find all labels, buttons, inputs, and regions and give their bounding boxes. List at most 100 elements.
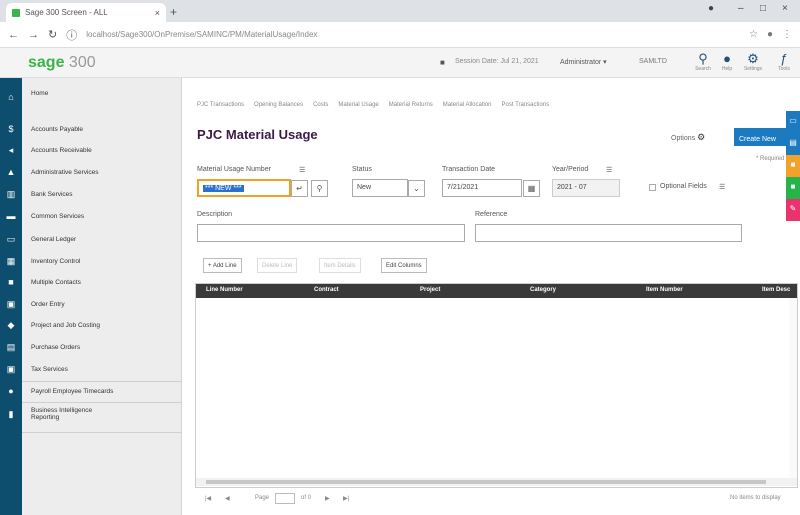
tax-services-icon[interactable]: ▣ xyxy=(0,364,22,375)
tools-button[interactable]: ƒ Tools xyxy=(773,52,795,73)
calendar-icon[interactable]: ▦ xyxy=(523,180,540,197)
vertical-scrollbar[interactable] xyxy=(789,298,797,478)
accounts-payable-icon[interactable]: $ xyxy=(0,124,22,134)
column-project[interactable]: Project xyxy=(420,287,440,293)
order-entry-icon[interactable]: ▣ xyxy=(0,299,22,310)
search-button[interactable]: ⚲ Search xyxy=(692,51,714,73)
payroll-timecards-icon[interactable]: ● xyxy=(0,386,22,396)
crumb-material-returns[interactable]: Material Returns xyxy=(389,102,433,108)
sidebar-item-multiple-contacts[interactable]: Multiple Contacts xyxy=(22,279,182,286)
browser-tab-bar: Sage 300 Screen - ALL × + ● – □ × xyxy=(0,0,800,22)
project-job-costing-icon[interactable]: ◆ xyxy=(0,320,22,331)
column-category[interactable]: Category xyxy=(530,287,556,293)
rail-tab-1-icon[interactable]: ▭ xyxy=(786,111,800,133)
finder-search-icon[interactable]: ⚲ xyxy=(311,180,328,197)
sidebar-item-business-intelligence[interactable]: Business Intelligence Reporting xyxy=(22,407,122,421)
sidebar-item-general-ledger[interactable]: General Ledger xyxy=(22,236,182,243)
horizontal-scrollbar[interactable] xyxy=(196,478,797,486)
browser-menu-icon[interactable]: ⋮ xyxy=(782,29,792,40)
purchase-orders-icon[interactable]: ▤ xyxy=(0,342,22,353)
crumb-post-transactions[interactable]: Post Transactions xyxy=(502,102,550,108)
rail-tab-2-icon[interactable]: ▤ xyxy=(786,133,800,155)
sidebar-item-home[interactable]: Home xyxy=(22,90,182,97)
back-icon[interactable]: ← xyxy=(8,29,19,41)
optional-fields-list-icon[interactable]: ☰ xyxy=(719,183,725,191)
column-item-number[interactable]: Item Number xyxy=(646,287,683,293)
sidebar-item-accounts-receivable[interactable]: Accounts Receivable xyxy=(22,147,182,154)
sidebar-item-inventory-control[interactable]: Inventory Control xyxy=(22,258,182,265)
sidebar-item-payroll-timecards[interactable]: Payroll Employee Timecards xyxy=(22,388,182,395)
sidebar-item-purchase-orders[interactable]: Purchase Orders xyxy=(22,344,182,351)
next-page-icon[interactable]: ▶ xyxy=(325,495,330,502)
no-items-label: No items to display xyxy=(730,495,781,501)
site-info-icon[interactable]: ⓘ xyxy=(66,27,77,43)
close-window-button[interactable]: × xyxy=(782,3,788,14)
bank-services-icon[interactable]: ▥ xyxy=(0,189,22,200)
scrollbar-thumb[interactable] xyxy=(206,480,766,484)
finder-list-icon[interactable]: ☰ xyxy=(299,166,305,174)
year-period-field[interactable]: 2021 - 07 xyxy=(552,179,620,197)
help-button[interactable]: ● Help xyxy=(716,52,738,73)
edit-columns-button[interactable]: Edit Columns xyxy=(381,258,427,273)
sidebar-item-project-job-costing[interactable]: Project and Job Costing xyxy=(22,322,182,329)
bookmark-star-icon[interactable]: ☆ xyxy=(749,29,758,40)
crumb-opening-balances[interactable]: Opening Balances xyxy=(254,102,303,108)
accounts-receivable-icon[interactable]: ◂ xyxy=(0,145,22,156)
delete-line-button[interactable]: Delete Line xyxy=(257,258,298,273)
minimize-button[interactable]: – xyxy=(738,3,744,14)
sidebar-item-common-services[interactable]: Common Services xyxy=(22,213,182,220)
business-intelligence-icon[interactable]: ▮ xyxy=(0,409,22,420)
sidebar-item-order-entry[interactable]: Order Entry xyxy=(22,301,182,308)
rail-tab-5-icon[interactable]: ✎ xyxy=(786,199,800,221)
crumb-costs[interactable]: Costs xyxy=(313,102,328,108)
general-ledger-icon[interactable]: ▭ xyxy=(0,234,22,245)
page-number-input[interactable] xyxy=(275,493,295,504)
close-tab-icon[interactable]: × xyxy=(155,8,160,18)
inventory-control-icon[interactable]: ▦ xyxy=(0,256,22,267)
status-select[interactable]: New xyxy=(352,179,408,197)
profile-icon[interactable]: ● xyxy=(708,3,714,14)
last-page-icon[interactable]: ▶| xyxy=(343,495,349,502)
rail-tab-4-icon[interactable]: ■ xyxy=(786,177,800,199)
add-line-button[interactable]: + Add Line xyxy=(203,258,242,273)
item-details-button[interactable]: Item Details xyxy=(319,258,361,273)
forward-icon[interactable]: → xyxy=(28,29,39,41)
column-line-number[interactable]: Line Number xyxy=(206,287,243,293)
search-icon: ⚲ xyxy=(698,51,708,66)
sidebar-item-accounts-payable[interactable]: Accounts Payable xyxy=(22,126,182,133)
next-number-icon[interactable]: ↵ xyxy=(291,180,308,197)
column-contract[interactable]: Contract xyxy=(314,287,339,293)
finder-list-icon[interactable]: ☰ xyxy=(606,166,612,174)
reload-icon[interactable]: ↻ xyxy=(48,28,57,41)
optional-fields-checkbox[interactable] xyxy=(649,184,656,191)
crumb-material-allocation[interactable]: Material Allocation xyxy=(443,102,492,108)
reference-field[interactable] xyxy=(475,224,742,242)
new-tab-button[interactable]: + xyxy=(170,5,177,19)
sidebar-item-bank-services[interactable]: Bank Services xyxy=(22,191,182,198)
material-usage-number-field[interactable]: *** NEW *** xyxy=(197,179,291,197)
first-page-icon[interactable]: |◀ xyxy=(205,495,211,502)
column-item-description[interactable]: Item Desc xyxy=(762,287,790,293)
sidebar-item-tax-services[interactable]: Tax Services xyxy=(22,366,182,373)
url-field[interactable]: localhost/Sage300/OnPremise/SAMINC/PM/Ma… xyxy=(86,30,740,39)
sidebar-item-administrative-services[interactable]: Administrative Services xyxy=(22,169,182,176)
session-date[interactable]: Session Date: Jul 21, 2021 xyxy=(455,58,539,65)
browser-tab[interactable]: Sage 300 Screen - ALL × xyxy=(6,3,166,22)
common-services-icon[interactable]: ▬ xyxy=(0,211,22,221)
multiple-contacts-icon[interactable]: ■ xyxy=(0,277,22,287)
account-icon[interactable]: ● xyxy=(767,29,773,40)
crumb-pjc-transactions[interactable]: PJC Transactions xyxy=(197,102,244,108)
maximize-button[interactable]: □ xyxy=(760,3,766,14)
user-menu[interactable]: Administrator ▾ xyxy=(560,58,607,66)
home-icon[interactable]: ⌂ xyxy=(0,92,22,102)
prev-page-icon[interactable]: ◀ xyxy=(225,495,230,502)
crumb-material-usage[interactable]: Material Usage xyxy=(338,102,378,108)
administrative-services-icon[interactable]: ▲ xyxy=(0,167,22,177)
detail-grid: Line Number Contract Project Category It… xyxy=(195,283,798,488)
chevron-down-icon[interactable]: ⌄ xyxy=(408,180,425,197)
options-menu[interactable]: Options ⚙ xyxy=(671,132,705,143)
settings-button[interactable]: ⚙ Settings xyxy=(742,52,764,73)
transaction-date-field[interactable]: 7/21/2021 xyxy=(442,179,522,197)
rail-tab-3-icon[interactable]: ■ xyxy=(786,155,800,177)
description-field[interactable] xyxy=(197,224,465,242)
